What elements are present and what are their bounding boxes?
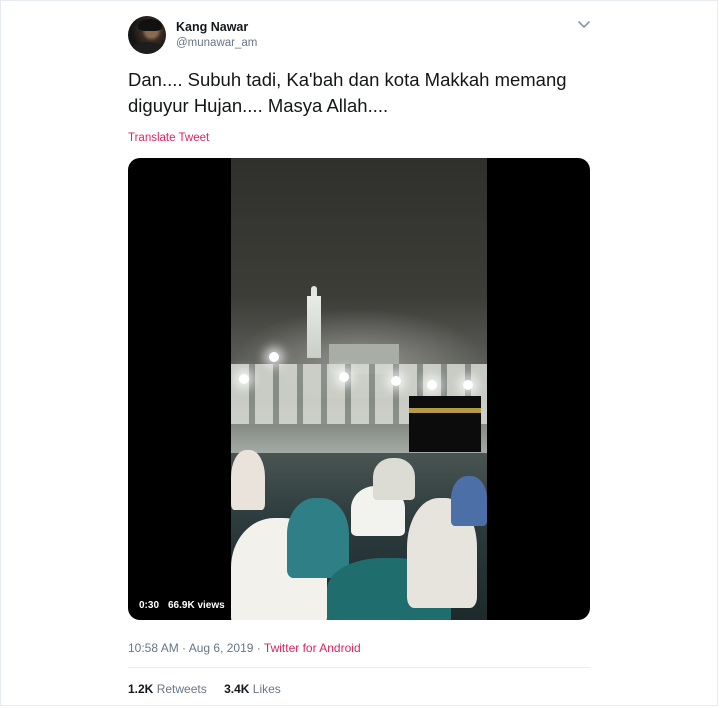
pilgrim	[451, 476, 487, 526]
avatar-shoulder	[130, 42, 164, 54]
kaaba-band	[409, 408, 481, 413]
stadium-light	[391, 376, 401, 386]
divider	[128, 667, 590, 668]
retweets-stat[interactable]: 1.2K Retweets	[128, 682, 207, 696]
video-frame	[231, 158, 487, 620]
tweet-meta: 10:58 AM · Aug 6, 2019 · Twitter for And…	[128, 641, 361, 655]
pilgrim	[231, 450, 265, 510]
likes-count: 3.4K	[224, 682, 250, 696]
avatar[interactable]	[128, 16, 166, 54]
avatar-hair	[138, 19, 162, 31]
author-handle[interactable]: @munawar_am	[176, 37, 257, 49]
stadium-light	[239, 374, 249, 384]
stadium-light	[269, 352, 279, 362]
retweets-count: 1.2K	[128, 682, 154, 696]
pilgrim	[287, 498, 349, 578]
retweets-label: Retweets	[156, 682, 207, 696]
kaaba	[409, 396, 481, 452]
tweet-time[interactable]: 10:58 AM	[128, 641, 179, 655]
pilgrim	[373, 458, 415, 500]
stadium-light	[339, 372, 349, 382]
video-views-badge: 66.9K views	[164, 598, 229, 614]
minaret	[307, 296, 321, 358]
meta-separator: ·	[178, 641, 189, 655]
likes-label: Likes	[252, 682, 281, 696]
chevron-down-icon[interactable]	[577, 19, 591, 31]
video-duration-badge: 0:30	[135, 598, 164, 614]
tweet-stats: 1.2K Retweets 3.4K Likes	[128, 682, 295, 696]
likes-stat[interactable]: 3.4K Likes	[224, 682, 281, 696]
tweet-date[interactable]: Aug 6, 2019	[189, 641, 254, 655]
tweet-text: Dan.... Subuh tadi, Ka'bah dan kota Makk…	[128, 69, 567, 116]
video-player[interactable]: 0:30 66.9K views	[128, 158, 590, 620]
author-name[interactable]: Kang Nawar	[176, 20, 248, 34]
stadium-light	[427, 380, 437, 390]
meta-separator: ·	[253, 641, 264, 655]
stadium-light	[463, 380, 473, 390]
translate-tweet-link[interactable]: Translate Tweet	[128, 132, 209, 144]
tweet-source[interactable]: Twitter for Android	[264, 641, 361, 655]
